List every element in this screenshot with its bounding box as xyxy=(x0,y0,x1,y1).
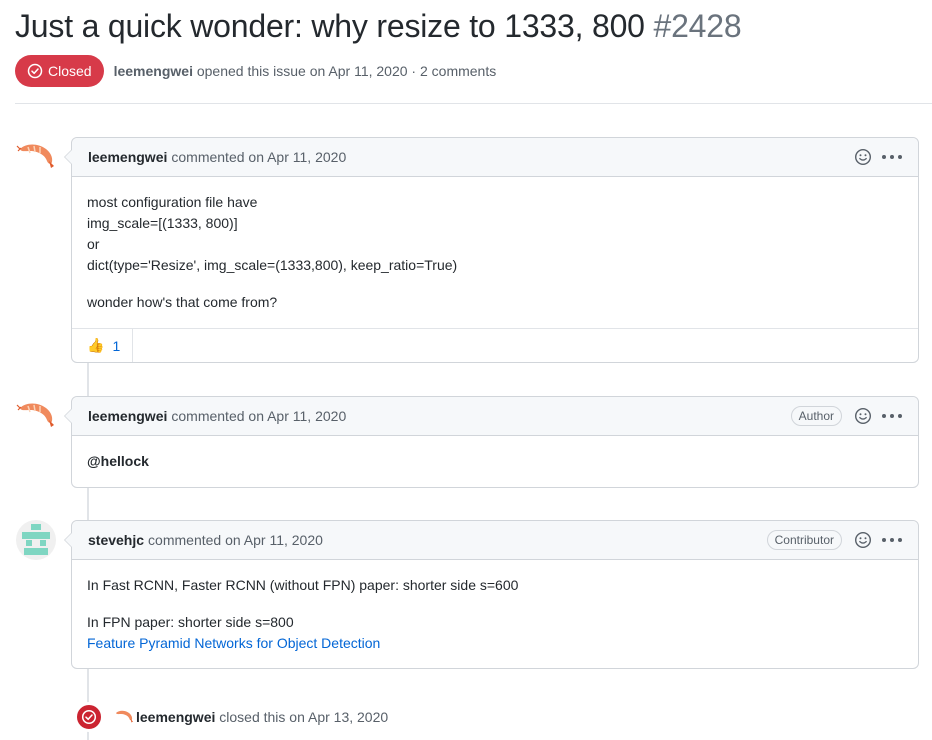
comment-header: leemengwei commented on Apr 11, 2020 xyxy=(72,138,918,177)
user-mention-link[interactable]: @hellock xyxy=(87,453,149,469)
comment-timestamp[interactable]: commented on Apr 11, 2020 xyxy=(171,408,346,424)
reaction-thumbs-up-button[interactable]: 👍 1 xyxy=(72,329,133,362)
author-badge: Author xyxy=(790,406,842,426)
comment-body: @hellock xyxy=(72,436,918,487)
state-badge: Closed xyxy=(15,55,104,87)
reactions-bar: 👍 1 xyxy=(72,328,918,362)
event-description: closed this on Apr 13, 2020 xyxy=(219,709,389,725)
issue-opened-info: leemengwei opened this issue on Apr 11, … xyxy=(114,63,497,79)
comment-header: leemengwei commented on Apr 11, 2020 Aut… xyxy=(72,397,918,436)
body-line: dict(type='Resize', img_scale=(1333,800)… xyxy=(87,257,458,273)
avatar-leemengwei[interactable] xyxy=(16,137,56,177)
comment-author[interactable]: stevehjc xyxy=(88,532,144,548)
event-actor-link[interactable]: leemengwei xyxy=(136,709,215,725)
comment-timestamp[interactable]: commented on Apr 11, 2020 xyxy=(171,149,346,165)
kebab-horizontal-icon[interactable] xyxy=(882,148,902,166)
avatar-leemengwei-small[interactable] xyxy=(114,707,134,727)
closed-event: leemengwei closed this on Apr 13, 2020 xyxy=(74,702,388,732)
issue-author-link[interactable]: leemengwei xyxy=(114,63,193,79)
issue-closed-icon xyxy=(81,709,97,725)
issue-title: Just a quick wonder: why resize to 1333,… xyxy=(15,8,742,45)
comment-paragraph: In FPN paper: shorter side s=800 Feature… xyxy=(87,612,903,654)
avatar-leemengwei[interactable] xyxy=(16,396,56,436)
comment-3: stevehjc commented on Apr 11, 2020 Contr… xyxy=(64,520,919,669)
comment-paragraph: In Fast RCNN, Faster RCNN (without FPN) … xyxy=(87,577,519,593)
avatar-stevehjc[interactable] xyxy=(16,520,56,560)
header-divider xyxy=(15,103,932,104)
body-line: most configuration file have xyxy=(87,194,258,210)
kebab-horizontal-icon[interactable] xyxy=(882,407,902,425)
contributor-badge: Contributor xyxy=(766,530,842,550)
comment-paragraph: most configuration file have img_scale=[… xyxy=(87,192,903,276)
closed-event-text: leemengwei closed this on Apr 13, 2020 xyxy=(136,709,388,725)
issue-number: #2428 xyxy=(653,8,742,44)
body-line: In FPN paper: shorter side s=800 xyxy=(87,614,294,630)
body-line: img_scale=[(1333, 800)] xyxy=(87,215,238,231)
comment-actions xyxy=(854,148,902,166)
comment-body: most configuration file have img_scale=[… xyxy=(72,177,918,328)
state-label: Closed xyxy=(48,63,92,79)
comment-2: leemengwei commented on Apr 11, 2020 Aut… xyxy=(64,396,919,488)
comment-header: stevehjc commented on Apr 11, 2020 Contr… xyxy=(72,521,918,560)
paper-link[interactable]: Feature Pyramid Networks for Object Dete… xyxy=(87,635,380,651)
issue-meta: Closed leemengwei opened this issue on A… xyxy=(15,55,496,87)
issue-title-text: Just a quick wonder: why resize to 1333,… xyxy=(15,8,645,44)
body-line: or xyxy=(87,236,100,252)
issue-opened-text: opened this issue on Apr 11, 2020 · 2 co… xyxy=(196,63,497,79)
smiley-icon[interactable] xyxy=(854,531,872,549)
reaction-count: 1 xyxy=(112,337,121,354)
smiley-icon[interactable] xyxy=(854,407,872,425)
comment-actions: Contributor xyxy=(766,530,902,550)
comment-author[interactable]: leemengwei xyxy=(88,149,167,165)
kebab-horizontal-icon[interactable] xyxy=(882,531,902,549)
closed-event-badge xyxy=(74,702,104,732)
comment-1: leemengwei commented on Apr 11, 2020 mos… xyxy=(64,137,919,363)
comment-author[interactable]: leemengwei xyxy=(88,408,167,424)
comment-paragraph: wonder how's that come from? xyxy=(87,294,278,310)
issue-closed-icon xyxy=(27,63,43,79)
thumbs-up-icon: 👍 xyxy=(87,337,105,353)
comment-actions: Author xyxy=(790,406,902,426)
comment-timestamp[interactable]: commented on Apr 11, 2020 xyxy=(148,532,323,548)
comment-body: In Fast RCNN, Faster RCNN (without FPN) … xyxy=(72,560,918,669)
smiley-icon[interactable] xyxy=(854,148,872,166)
